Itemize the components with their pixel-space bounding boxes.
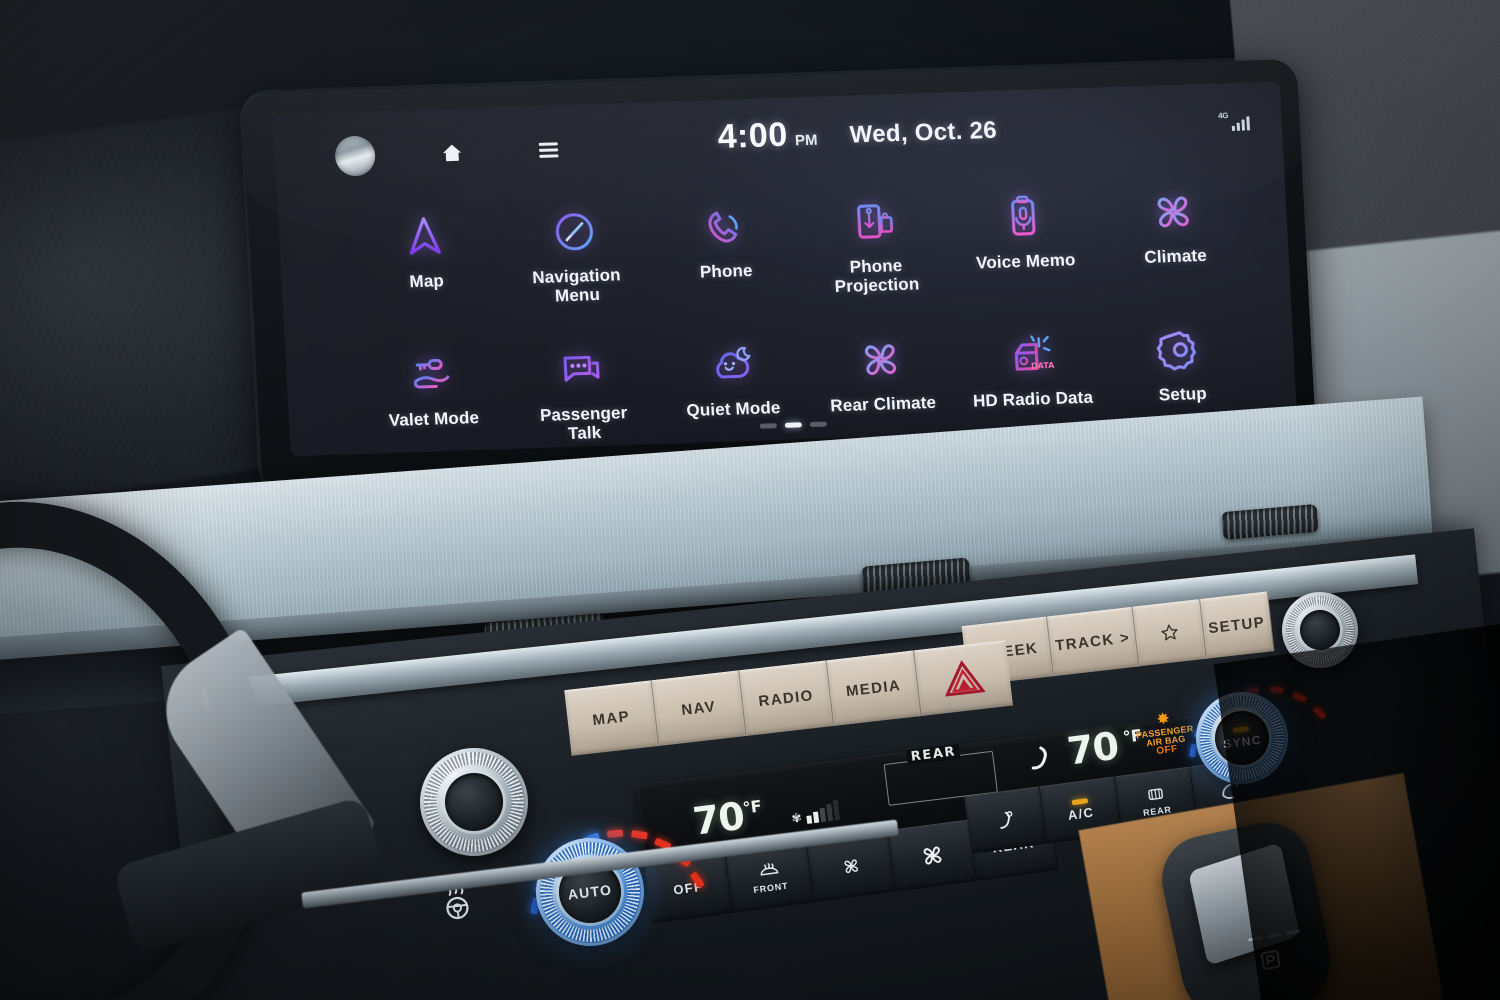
clock: 4:00 PM bbox=[717, 115, 819, 157]
driver-temperature: 70 °F bbox=[690, 791, 766, 844]
app-tile-quiet-mode[interactable]: Quiet Mode bbox=[656, 327, 809, 456]
nav-label: NAV bbox=[680, 697, 717, 719]
app-label: Phone bbox=[699, 260, 754, 282]
app-label: HD Radio Data bbox=[972, 387, 1094, 411]
front-defrost-icon bbox=[760, 863, 779, 876]
page-dot[interactable] bbox=[809, 421, 827, 428]
off-label: OFF bbox=[672, 878, 704, 898]
app-label: Valet Mode bbox=[388, 408, 480, 430]
passenger-temp-value: 70 bbox=[1064, 723, 1121, 774]
footwell-shadow bbox=[1213, 619, 1500, 1000]
map-label: MAP bbox=[591, 707, 631, 729]
led-indicator bbox=[1071, 798, 1088, 806]
hazard-button[interactable] bbox=[914, 639, 1013, 716]
radio-label: RADIO bbox=[757, 686, 815, 710]
fan-up-button[interactable] bbox=[887, 819, 978, 892]
navigation-arrow-icon bbox=[394, 207, 455, 267]
app-label: Phone Projection bbox=[834, 255, 920, 297]
seat-airflow-icon bbox=[999, 811, 1012, 829]
driver-temp-value: 70 bbox=[690, 793, 747, 844]
app-label: Rear Climate bbox=[829, 392, 937, 416]
app-tile-phone[interactable]: Phone bbox=[649, 189, 802, 332]
speech-bubbles-icon bbox=[551, 340, 612, 400]
front-label: FRONT bbox=[752, 880, 789, 896]
hd-radio-data-icon: DATA bbox=[1000, 325, 1061, 385]
profile-avatar[interactable] bbox=[334, 135, 377, 177]
rear-defrost-icon bbox=[1147, 788, 1163, 801]
app-tile-passenger-talk[interactable]: Passenger Talk bbox=[507, 332, 660, 456]
sleeping-cloud-moon-icon bbox=[701, 335, 762, 395]
fan-large-icon bbox=[923, 846, 941, 865]
app-label: Climate bbox=[1143, 245, 1208, 267]
nav-button[interactable]: NAV bbox=[651, 670, 747, 746]
media-label: MEDIA bbox=[845, 676, 902, 700]
fan-icon: ✾ bbox=[790, 810, 803, 826]
hazard-triangle-icon bbox=[944, 660, 986, 697]
ac-label: A/C bbox=[1066, 804, 1095, 823]
setup-label: SETUP bbox=[1207, 613, 1267, 637]
app-tile-climate[interactable]: Climate bbox=[1099, 175, 1252, 318]
app-label: Navigation Menu bbox=[531, 265, 622, 306]
fan-speed-meter: ✾ bbox=[790, 800, 841, 826]
page-dot[interactable] bbox=[759, 423, 777, 429]
app-tile-phone-projection[interactable]: Phone Projection bbox=[799, 184, 952, 327]
track-label: TRACK > bbox=[1054, 628, 1132, 655]
date-label: Wed, Oct. 26 bbox=[849, 116, 998, 149]
favorites-star-button[interactable] bbox=[1132, 599, 1207, 667]
clock-ampm: PM bbox=[794, 131, 818, 150]
network-type-label: 4G bbox=[1217, 111, 1229, 121]
driver-seat-mode-button[interactable] bbox=[964, 786, 1048, 854]
signal-strength-icon: 4G bbox=[1217, 110, 1251, 131]
screen-surface[interactable]: 4:00 PM Wed, Oct. 26 4G Map Navigation M… bbox=[272, 81, 1298, 457]
setup-button[interactable]: SETUP bbox=[1200, 591, 1275, 659]
radio-button[interactable]: RADIO bbox=[739, 660, 835, 736]
gear-icon bbox=[1150, 320, 1211, 380]
app-label: Map bbox=[408, 271, 445, 292]
fan-blades-icon bbox=[1143, 182, 1204, 242]
dashboard-photo: 4:00 PM Wed, Oct. 26 4G Map Navigation M… bbox=[0, 0, 1500, 1000]
driver-temp-unit: °F bbox=[741, 796, 763, 818]
app-label: Passenger Talk bbox=[539, 403, 628, 444]
seat-airflow-icon bbox=[1025, 731, 1064, 779]
voice-memo-microphone-icon bbox=[993, 187, 1054, 247]
svg-text:DATA: DATA bbox=[1031, 361, 1056, 371]
track-button[interactable]: TRACK > bbox=[1047, 606, 1140, 677]
status-bar: 4:00 PM Wed, Oct. 26 4G bbox=[274, 101, 1283, 186]
app-tile-voice-memo[interactable]: Voice Memo bbox=[949, 180, 1102, 323]
compass-icon bbox=[544, 202, 605, 262]
app-label: Setup bbox=[1158, 383, 1208, 405]
fan-small-icon bbox=[843, 859, 858, 874]
menu-icon[interactable] bbox=[532, 135, 563, 164]
app-label: Quiet Mode bbox=[685, 398, 781, 421]
auto-label: AUTO bbox=[566, 881, 614, 903]
home-icon[interactable] bbox=[436, 138, 467, 167]
phone-handset-icon bbox=[693, 197, 754, 257]
star-icon bbox=[1160, 624, 1178, 641]
clock-time: 4:00 bbox=[716, 115, 789, 156]
app-tile-navigation-menu[interactable]: Navigation Menu bbox=[499, 194, 652, 337]
app-label: Voice Memo bbox=[975, 250, 1077, 273]
page-dot-active[interactable] bbox=[784, 422, 802, 428]
phone-usb-projection-icon bbox=[843, 192, 904, 252]
map-button[interactable]: MAP bbox=[564, 680, 660, 756]
key-in-hand-icon bbox=[401, 345, 462, 405]
media-button[interactable]: MEDIA bbox=[826, 650, 922, 726]
app-tile-map[interactable]: Map bbox=[350, 199, 503, 342]
fan-blades-icon bbox=[850, 330, 911, 390]
